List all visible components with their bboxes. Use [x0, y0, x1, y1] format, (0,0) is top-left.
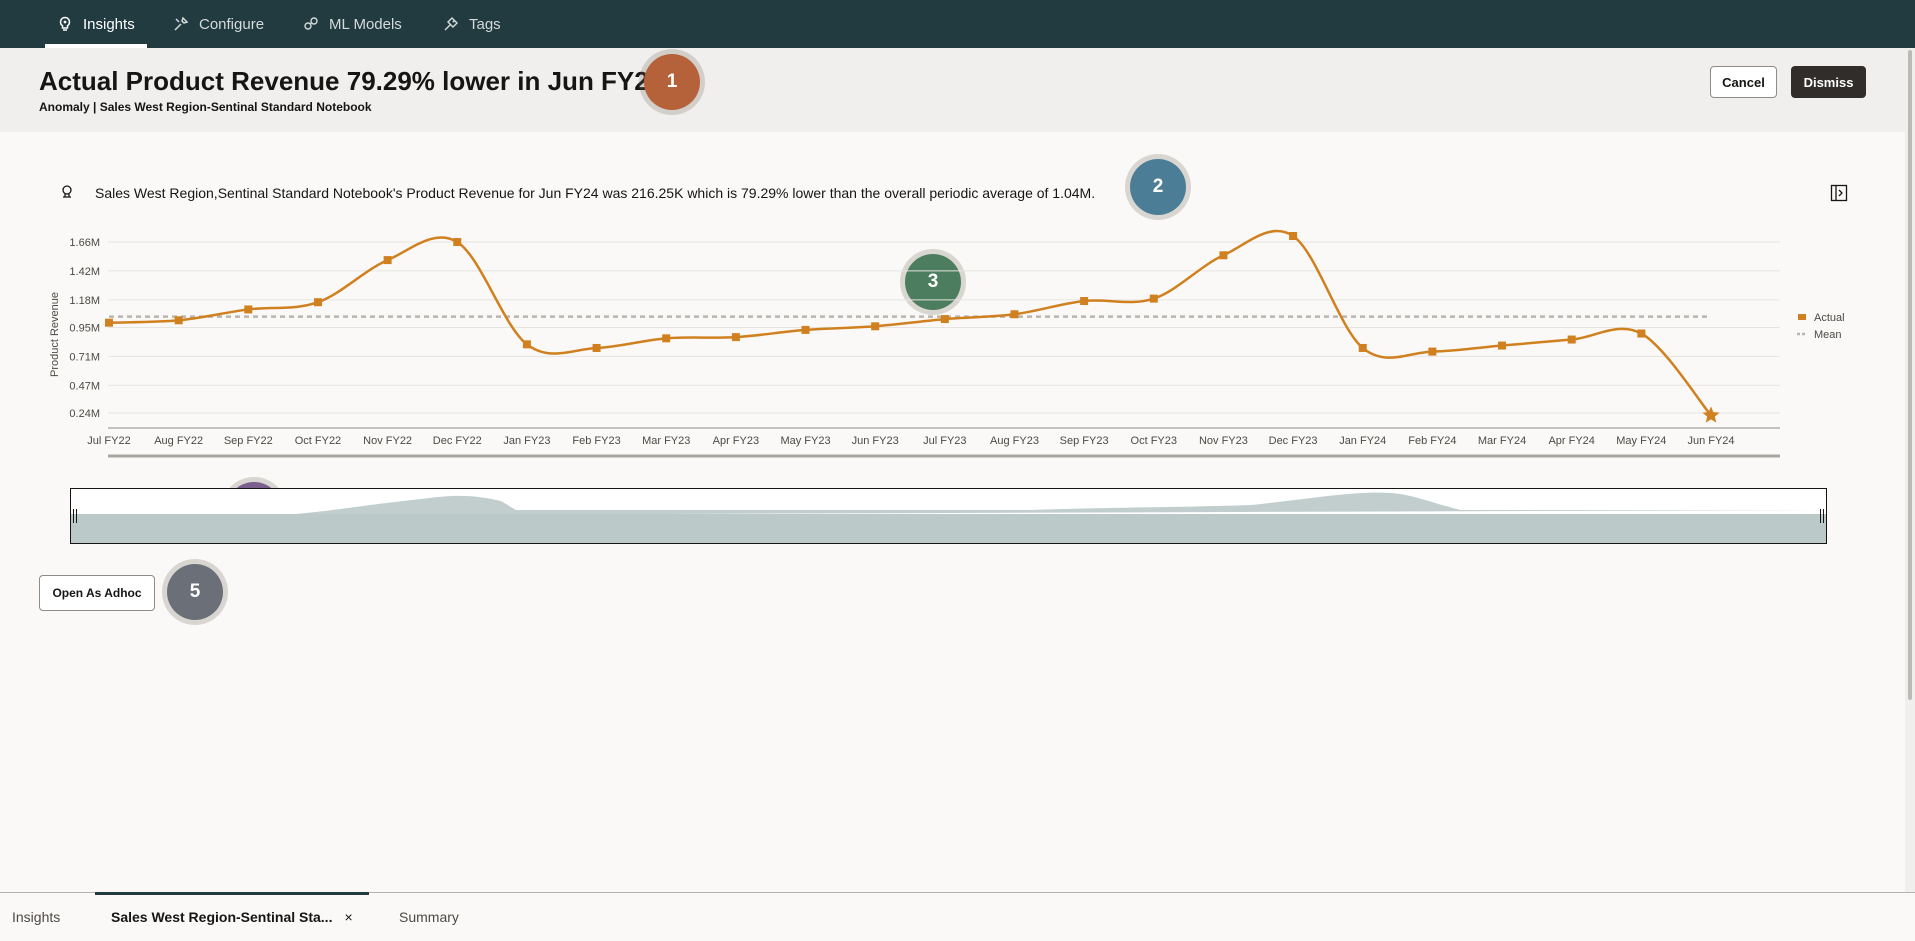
actual-data-point	[105, 318, 113, 327]
x-tick-label: Jul FY22	[87, 435, 130, 447]
top-nav-bar: Insights Configure ML Models Tags	[0, 0, 1915, 48]
actual-data-point	[174, 316, 183, 325]
actual-data-point	[1289, 232, 1298, 241]
bottom-tab-insights[interactable]: Insights	[12, 893, 60, 941]
y-tick-label: 1.66M	[69, 237, 100, 249]
range-handle-left[interactable]	[73, 509, 77, 523]
legend-actual-label: Actual	[1814, 312, 1845, 324]
insight-icon	[62, 185, 72, 198]
actual-data-point	[731, 333, 740, 342]
bottom-tab-insights-label: Insights	[12, 909, 61, 925]
dismiss-button[interactable]: Dismiss	[1791, 66, 1866, 98]
y-tick-label: 1.42M	[69, 266, 100, 278]
actual-data-point	[1149, 294, 1158, 303]
actual-data-point	[592, 343, 601, 352]
legend-actual-swatch	[1798, 314, 1806, 320]
actual-data-point	[1567, 335, 1576, 344]
y-tick-label: 0.95M	[69, 323, 100, 335]
x-tick-label: Aug FY22	[154, 435, 203, 447]
x-tick-label: Apr FY23	[713, 435, 759, 447]
actual-data-point	[940, 315, 949, 324]
actual-series-line	[108, 229, 1712, 417]
expand-panel-icon[interactable]	[1830, 184, 1848, 202]
x-tick-label: Feb FY23	[572, 435, 620, 447]
tab-ml-models-label: ML Models	[329, 15, 402, 33]
y-tick-label: 0.71M	[69, 351, 100, 363]
x-tick-label: Oct FY22	[295, 435, 341, 447]
lightbulb-icon	[59, 16, 71, 31]
x-tick-label: Sep FY23	[1060, 435, 1109, 447]
bottom-tab-sales-west-label: Sales West Region-Sentinal Sta...	[111, 909, 333, 925]
bottom-tab-sales-west[interactable]: Sales West Region-Sentinal Sta... ×	[95, 892, 369, 941]
scrollbar-thumb[interactable]	[1908, 50, 1912, 700]
x-tick-label: May FY23	[780, 435, 830, 447]
actual-data-point	[244, 305, 253, 314]
bottom-tab-bar: Insights Sales West Region-Sentinal Sta.…	[0, 892, 1915, 940]
cancel-button[interactable]: Cancel	[1710, 66, 1777, 98]
actual-data-point	[1219, 251, 1228, 260]
tab-configure[interactable]: Configure	[173, 0, 264, 48]
tab-insights[interactable]: Insights	[45, 0, 147, 48]
page-subtitle: Anomaly | Sales West Region-Sentinal Sta…	[39, 100, 372, 114]
x-tick-label: Mar FY24	[1478, 435, 1526, 447]
actual-data-point	[1358, 343, 1367, 352]
actual-data-point	[1428, 347, 1437, 356]
callout-badge-5: 5	[167, 564, 223, 620]
chart-overview-range[interactable]	[70, 488, 1827, 544]
actual-data-point	[522, 340, 531, 349]
revenue-line-chart: 1.66M 1.42M 1.18M 0.95M 0.71M 0.47M 0.24M Produ…	[49, 229, 1845, 458]
close-icon[interactable]: ×	[344, 909, 352, 925]
x-tick-label: Jul FY23	[923, 435, 966, 447]
x-tick-label: Dec FY23	[1269, 435, 1318, 447]
x-tick-label: Nov FY22	[363, 435, 412, 447]
x-tick-label: Jan FY23	[503, 435, 550, 447]
callout-badge-1: 1	[644, 54, 700, 110]
x-tick-label: Nov FY23	[1199, 435, 1248, 447]
x-tick-label: Aug FY23	[990, 435, 1039, 447]
x-tick-label: Sep FY22	[224, 435, 273, 447]
tools-icon	[174, 16, 189, 31]
x-tick-label: Mar FY23	[642, 435, 690, 447]
tab-insights-label: Insights	[83, 15, 135, 33]
bottom-tab-summary[interactable]: Summary	[399, 893, 459, 941]
legend-mean-label: Mean	[1814, 329, 1842, 341]
tag-icon	[444, 17, 458, 31]
x-tick-label: May FY24	[1616, 435, 1666, 447]
actual-data-point	[662, 334, 671, 343]
x-tick-label: Oct FY23	[1131, 435, 1177, 447]
tab-ml-models[interactable]: ML Models	[303, 0, 402, 48]
model-icon	[304, 17, 318, 30]
y-axis-label: Product Revenue	[49, 292, 61, 377]
page-title: Actual Product Revenue 79.29% lower in J…	[39, 66, 664, 96]
actual-data-point	[801, 325, 810, 334]
y-tick-label: 1.18M	[69, 295, 100, 307]
tab-tags[interactable]: Tags	[443, 0, 501, 48]
x-tick-label: Jun FY24	[1687, 435, 1734, 447]
x-tick-label: Jan FY24	[1339, 435, 1386, 447]
x-tick-label: Jun FY23	[852, 435, 899, 447]
callout-badge-2: 2	[1130, 159, 1186, 215]
actual-data-point	[1080, 297, 1089, 306]
actual-data-point	[1498, 341, 1507, 350]
x-tick-label: Feb FY24	[1408, 435, 1456, 447]
actual-data-point	[1010, 310, 1019, 319]
range-handle-right[interactable]	[1820, 509, 1824, 523]
tab-configure-label: Configure	[199, 15, 265, 33]
insight-description: Sales West Region,Sentinal Standard Note…	[95, 185, 1096, 201]
overview-base-fill	[71, 514, 1826, 543]
y-tick-label: 0.24M	[69, 408, 100, 420]
actual-data-point	[871, 322, 880, 331]
actual-data-point	[453, 238, 462, 247]
tab-tags-label: Tags	[469, 15, 501, 33]
x-tick-label: Dec FY22	[433, 435, 482, 447]
actual-data-point	[1637, 329, 1646, 338]
actual-data-point	[313, 298, 322, 307]
open-as-adhoc-button[interactable]: Open As Adhoc	[39, 575, 155, 611]
bottom-tab-summary-label: Summary	[399, 909, 459, 925]
x-tick-label: Apr FY24	[1548, 435, 1594, 447]
actual-data-point	[383, 256, 392, 265]
y-tick-label: 0.47M	[69, 380, 100, 392]
